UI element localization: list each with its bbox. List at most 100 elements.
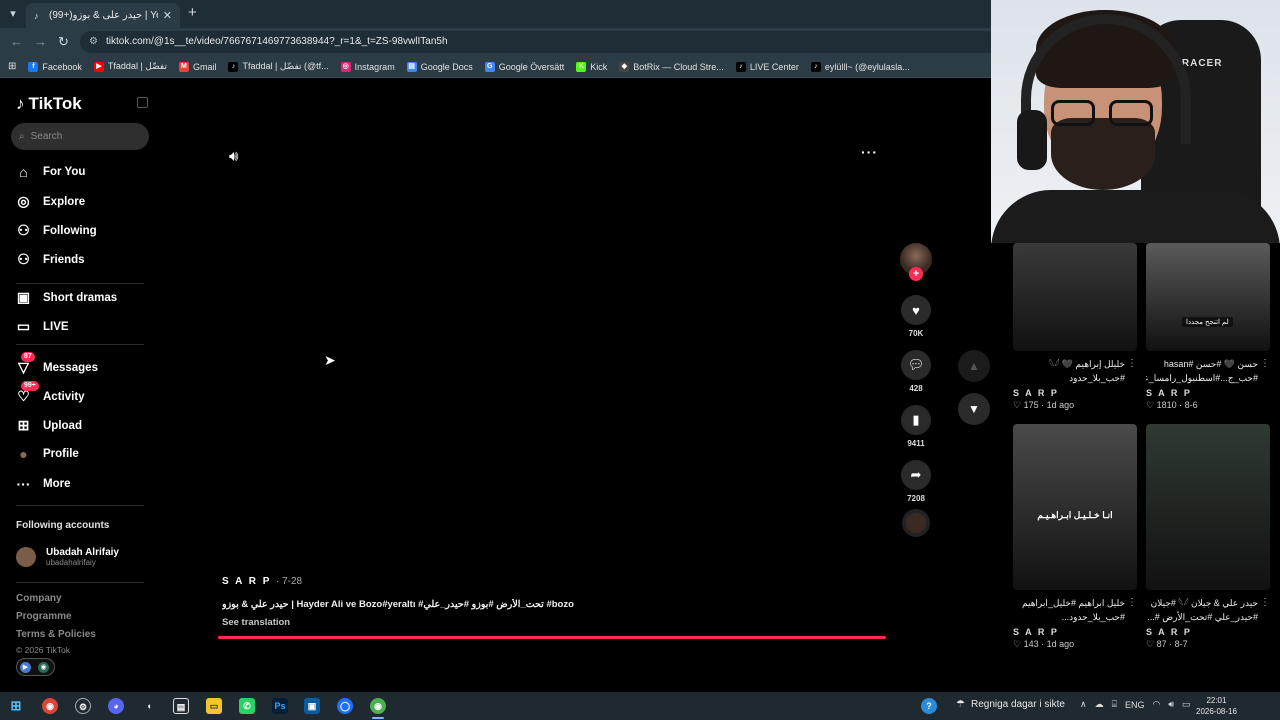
- whatsapp-icon[interactable]: ✆: [239, 698, 255, 714]
- recommended-video-card[interactable]: انـا خـلـيـل ابـراهـيـم خليل ابراهيم #خلي…: [1013, 424, 1137, 650]
- follow-plus-icon[interactable]: +: [909, 267, 923, 281]
- video-thumbnail[interactable]: انـا خـلـيـل ابـراهـيـم: [1013, 424, 1137, 590]
- sidebar-item-activity[interactable]: ♡ Activity 99+: [16, 381, 85, 405]
- video-thumbnail[interactable]: [1013, 243, 1137, 351]
- forward-arrow-icon[interactable]: →: [34, 34, 47, 49]
- card-author[interactable]: S A R P: [1013, 388, 1137, 398]
- language-indicator[interactable]: ENG: [1125, 700, 1145, 710]
- file-explorer-icon[interactable]: ▭: [206, 698, 222, 714]
- bookmark-item[interactable]: f Facebook: [28, 61, 82, 72]
- windows-start-icon[interactable]: ⊞: [8, 698, 24, 714]
- share-action[interactable]: ➦ 7208: [897, 460, 935, 503]
- comment-action[interactable]: 💬︎ 428: [897, 350, 935, 393]
- bookmark-item[interactable]: G Google Översätt: [484, 61, 564, 72]
- card-author[interactable]: S A R P: [1146, 627, 1270, 637]
- next-video-button[interactable]: ▼: [958, 393, 990, 425]
- card-author[interactable]: S A R P: [1146, 388, 1270, 398]
- search-box[interactable]: ⌕: [11, 123, 149, 150]
- photoshop-icon[interactable]: Ps: [272, 698, 288, 714]
- chrome-icon[interactable]: ◉: [42, 698, 58, 714]
- card-menu-icon[interactable]: ⋮: [1260, 357, 1270, 371]
- tray-chevron-up-icon[interactable]: ∧: [1080, 699, 1087, 710]
- reload-icon[interactable]: ↻: [58, 34, 69, 50]
- video-player[interactable]: [217, 136, 885, 640]
- recommended-video-card[interactable]: لم اتنجح مجددا حسن 🖤 #حسن #hasan #حب_ج...…: [1146, 243, 1270, 411]
- card-menu-icon[interactable]: ⋮: [1127, 596, 1137, 610]
- comment-icon[interactable]: 💬︎: [901, 350, 931, 380]
- bookmark-item[interactable]: M Gmail: [178, 61, 216, 72]
- bookmark-item[interactable]: ◎ Instagram: [340, 61, 395, 72]
- chrome-active-icon[interactable]: ◉: [370, 698, 386, 714]
- video-progress-bar[interactable]: [218, 636, 886, 639]
- sidebar-item-profile[interactable]: ● Profile: [16, 446, 79, 462]
- browser-tab[interactable]: ♪ حیدر علی & بوزو(+99) | Yeraltı ✕: [26, 3, 180, 28]
- new-tab-button[interactable]: +: [188, 4, 197, 21]
- bookmark-icon[interactable]: ▮: [901, 405, 931, 435]
- previous-video-button[interactable]: ▲: [958, 350, 990, 382]
- address-bar[interactable]: ⚙ tiktok.com/@1s__te/video/7667671469773…: [80, 31, 1020, 53]
- get-app-pill[interactable]: ▶ ◉: [16, 658, 55, 676]
- obs-icon[interactable]: ▤: [173, 698, 189, 714]
- speaker-icon[interactable]: 🔊︎: [1168, 699, 1174, 710]
- like-action[interactable]: ♥ 70K: [897, 295, 935, 338]
- weather-widget[interactable]: ☂ Regniga dagar i sikte: [956, 699, 1065, 710]
- battery-icon[interactable]: ▭: [1182, 699, 1191, 710]
- card-author[interactable]: S A R P: [1013, 627, 1137, 637]
- site-info-icon[interactable]: ⚙: [89, 31, 98, 53]
- help-icon[interactable]: ?: [921, 698, 937, 714]
- sidebar-item-explore[interactable]: ◎ Explore: [16, 193, 85, 210]
- capcut-icon[interactable]: ◖: [141, 698, 157, 714]
- video-author[interactable]: S A R P · 7-28: [222, 576, 302, 587]
- share-count: 7208: [907, 494, 925, 503]
- browser-app-icon[interactable]: ◯: [337, 698, 353, 714]
- volume-icon[interactable]: 🔊︎: [229, 148, 238, 165]
- following-account[interactable]: Ubadah Alrifaiy ubadahalrifaiy: [16, 547, 119, 567]
- card-menu-icon[interactable]: ⋮: [1260, 596, 1270, 610]
- search-input[interactable]: [30, 131, 131, 142]
- tiktok-logo[interactable]: ♪ TikTok: [16, 94, 82, 114]
- close-tab-icon[interactable]: ✕: [163, 9, 172, 22]
- back-arrow-icon[interactable]: ←: [10, 34, 23, 49]
- sidebar-item-upload[interactable]: ⊞ Upload: [16, 417, 82, 434]
- footer-link-company[interactable]: Company: [16, 593, 62, 604]
- sidebar-item-short-dramas[interactable]: ▣ Short dramas: [16, 289, 117, 306]
- discord-icon[interactable]: ◕: [108, 698, 124, 714]
- settings-app-icon[interactable]: ⚙: [75, 698, 91, 714]
- collapse-sidebar-icon[interactable]: [137, 97, 148, 108]
- sidebar-item-following[interactable]: ⚇ Following: [16, 222, 96, 239]
- footer-link-terms[interactable]: Terms & Policies: [16, 629, 96, 640]
- sidebar-item-for-you[interactable]: ⌂ For You: [16, 164, 85, 180]
- sidebar-item-friends[interactable]: ⚇ Friends: [16, 251, 84, 268]
- cloud-icon[interactable]: ☁: [1095, 699, 1104, 710]
- share-icon[interactable]: ➦: [901, 460, 931, 490]
- card-menu-icon[interactable]: ⋮: [1127, 357, 1137, 371]
- creator-avatar[interactable]: +: [900, 243, 932, 281]
- heart-icon[interactable]: ♥: [901, 295, 931, 325]
- footer-link-programme[interactable]: Programme: [16, 611, 72, 622]
- wifi-icon[interactable]: ◠: [1153, 699, 1161, 710]
- music-disc-icon[interactable]: [902, 509, 930, 537]
- apps-icon[interactable]: ⊞: [8, 61, 16, 72]
- bookmark-item[interactable]: ▶ Tfaddal | تفضّل: [93, 61, 167, 72]
- video-thumbnail[interactable]: [1146, 424, 1270, 590]
- system-clock[interactable]: 22:01 2026-08-16: [1196, 695, 1237, 717]
- bookmark-item[interactable]: K Kick: [576, 61, 607, 72]
- bookmark-item[interactable]: ◆ BotRix — Cloud Stre...: [619, 61, 724, 72]
- sidebar-item-live[interactable]: ▭ LIVE: [16, 318, 69, 335]
- bookmark-item[interactable]: ♪ LIVE Center: [735, 61, 799, 72]
- recommended-video-card[interactable]: حيدر علي & جيلان 𓆩𓆪 #جيلان #حيدر_علي #تح…: [1146, 424, 1270, 650]
- bookmark-item[interactable]: ♪ Tfaddal | تفضّل (@tf...: [228, 61, 329, 72]
- sidebar-item-messages[interactable]: ▽ Messages 87: [16, 352, 98, 376]
- more-options-icon[interactable]: ···: [861, 144, 878, 160]
- video-thumbnail[interactable]: لم اتنجح مجددا: [1146, 243, 1270, 351]
- sidebar-item-more[interactable]: ··· More: [16, 476, 71, 492]
- network-icon[interactable]: ⌸: [1112, 699, 1117, 710]
- recommended-video-card[interactable]: خليلل إبراهيم 🖤 𓆩𓆪 #حب_بلا_حدود #خليل_اب…: [1013, 243, 1137, 411]
- card-stats: ♡ 1810 · 8-6: [1146, 400, 1270, 411]
- tab-list-button[interactable]: ▾: [4, 5, 22, 23]
- bookmark-item[interactable]: ▤ Google Docs: [406, 61, 473, 72]
- save-action[interactable]: ▮ 9411: [897, 405, 935, 448]
- see-translation-link[interactable]: See translation: [222, 617, 290, 628]
- app-window-icon[interactable]: ▣: [304, 698, 320, 714]
- bookmark-item[interactable]: ♪ eylülll~ (@eylulasla...: [810, 61, 910, 72]
